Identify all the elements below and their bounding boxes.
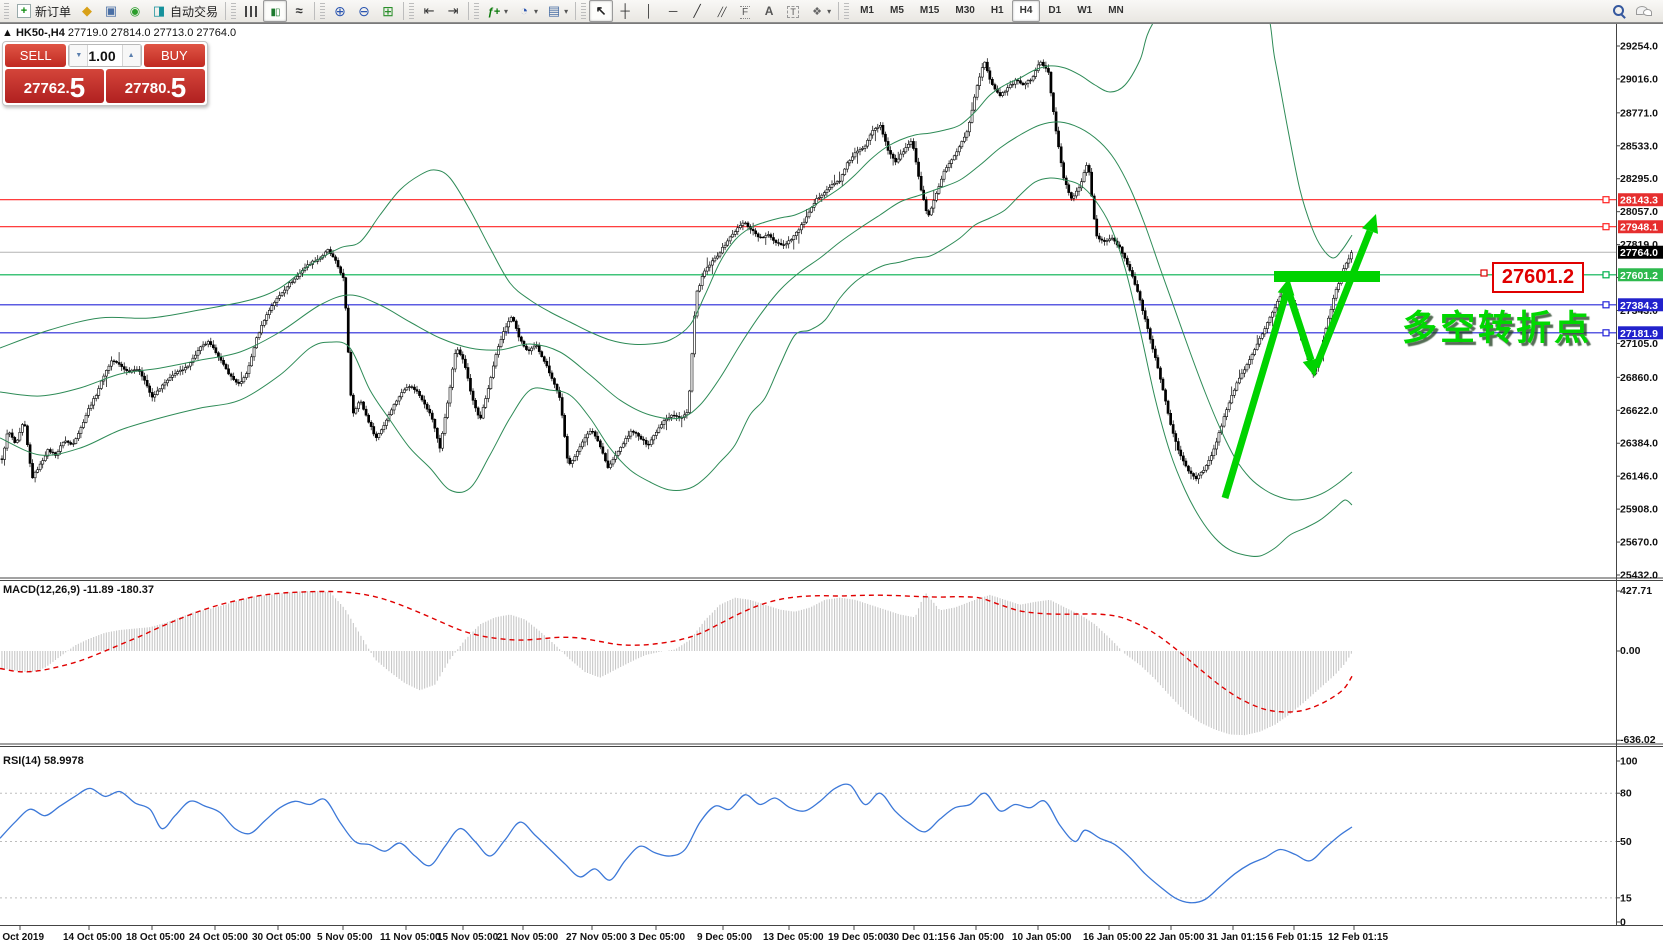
turning-point-annotation[interactable]: 多空转折点	[1402, 300, 1592, 351]
rsi-axis-label: 80	[1620, 788, 1632, 800]
buy-price: 27780.	[125, 76, 171, 102]
macd-axis-label: 0.00	[1620, 645, 1641, 657]
macd-axis-label: -636.02	[1620, 734, 1656, 746]
hline-anchor[interactable]	[1603, 272, 1609, 278]
support-zone-bar[interactable]	[1274, 271, 1380, 282]
date-axis-label: 5 Nov 05:00	[317, 932, 373, 943]
volume-stepper: ▼ 1.00 ▲	[68, 44, 141, 67]
date-axis-label: 11 Nov 05:00	[380, 932, 441, 943]
volume-decrease-button[interactable]: ▼	[69, 45, 88, 66]
mt4-terminal: 新订单自动交易▾▾▾▾M1M5M15M30H1H4D1W1MN 29254.02…	[0, 0, 1663, 946]
buy-price-button[interactable]: 27780.5	[106, 69, 205, 103]
callout-anchor[interactable]	[1481, 270, 1487, 276]
rsi-axis-label: 50	[1620, 836, 1632, 848]
price-axis-label: 29254.0	[1620, 41, 1658, 53]
rsi-indicator-label: RSI(14) 58.9978	[3, 755, 84, 767]
price-axis-label: 28057.0	[1620, 206, 1658, 218]
date-axis-label: 12 Feb 01:15	[1328, 932, 1388, 943]
volume-increase-button[interactable]: ▲	[122, 45, 141, 66]
date-axis-label: 9 Dec 05:00	[697, 932, 752, 943]
price-axis-label: 29016.0	[1620, 73, 1658, 85]
price-axis-label: 28771.0	[1620, 107, 1658, 119]
date-axis-label: 18 Oct 05:00	[126, 932, 185, 943]
price-axis-label: 25908.0	[1620, 504, 1658, 516]
sell-button[interactable]: SELL	[5, 44, 66, 67]
price-axis-label: 25670.0	[1620, 537, 1658, 549]
svg-text:28143.3: 28143.3	[1620, 195, 1658, 207]
date-axis-label: 19 Dec 05:00	[828, 932, 889, 943]
sell-price: 27762.	[24, 76, 70, 102]
date-axis-label: 3 Dec 05:00	[630, 932, 685, 943]
date-axis-label: 15 Nov 05:00	[437, 932, 499, 943]
symbol-label: HK50-,H4	[16, 27, 65, 39]
svg-text:27948.1: 27948.1	[1620, 222, 1658, 234]
sell-price-button[interactable]: 27762.5	[5, 69, 104, 103]
rsi-axis-label: 0	[1620, 917, 1626, 929]
date-axis-label: 22 Jan 05:00	[1145, 932, 1205, 943]
macd-axis-label: 427.71	[1620, 585, 1652, 597]
date-axis-label: 10 Jan 05:00	[1012, 932, 1072, 943]
svg-text:27601.2: 27601.2	[1620, 270, 1658, 282]
price-level-callout[interactable]: 27601.2	[1492, 262, 1584, 293]
date-axis-label: 8 Oct 2019	[0, 932, 44, 943]
date-axis-label: 31 Jan 01:15	[1207, 932, 1267, 943]
svg-text:27181.9: 27181.9	[1620, 328, 1658, 340]
date-axis-label: 21 Nov 05:00	[497, 932, 559, 943]
price-axis-label: 25432.0	[1620, 570, 1658, 582]
rsi-axis-label: 100	[1620, 756, 1638, 768]
svg-text:27764.0: 27764.0	[1620, 247, 1658, 259]
hline-anchor[interactable]	[1603, 197, 1609, 203]
date-axis-label: 14 Oct 05:00	[63, 932, 122, 943]
date-axis-label: 27 Nov 05:00	[566, 932, 628, 943]
price-axis-label: 26146.0	[1620, 471, 1658, 483]
macd-indicator-label: MACD(12,26,9) -11.89 -180.37	[3, 584, 154, 596]
price-axis-label: 28295.0	[1620, 173, 1658, 185]
price-axis-label: 26622.0	[1620, 405, 1658, 417]
buy-button[interactable]: BUY	[144, 44, 205, 67]
price-axis-label: 28533.0	[1620, 140, 1658, 152]
ohlc-values: 27719.0 27814.0 27713.0 27764.0	[68, 27, 236, 39]
volume-value[interactable]: 1.00	[88, 48, 121, 64]
price-axis-label: 26860.0	[1620, 372, 1658, 384]
svg-text:27384.3: 27384.3	[1620, 300, 1658, 312]
chart-symbol-title: ▲ HK50-,H4 27719.0 27814.0 27713.0 27764…	[2, 27, 208, 39]
date-axis-label: 16 Jan 05:00	[1083, 932, 1143, 943]
chart-canvas[interactable]: 29254.0 29016.0 28771.0 28533.0 28295.0 28057…	[0, 0, 1663, 946]
sell-price-pip: 5	[70, 74, 86, 102]
rsi-axis-label: 15	[1620, 892, 1632, 904]
collapse-panel-icon[interactable]: ▲	[2, 27, 13, 39]
price-axis-label: 26384.0	[1620, 438, 1658, 450]
hline-anchor[interactable]	[1603, 330, 1609, 336]
chart-background	[0, 23, 1663, 946]
date-axis-label: 30 Oct 05:00	[252, 932, 311, 943]
date-axis-label: 6 Feb 01:15	[1268, 932, 1323, 943]
hline-anchor[interactable]	[1603, 302, 1609, 308]
one-click-trade-panel: ▲ HK50-,H4 27719.0 27814.0 27713.0 27764…	[2, 27, 208, 106]
date-axis-label: 24 Oct 05:00	[189, 932, 248, 943]
buy-price-pip: 5	[171, 74, 187, 102]
date-axis-label: 6 Jan 05:00	[950, 932, 1004, 943]
hline-anchor[interactable]	[1603, 224, 1609, 230]
date-axis-label: 13 Dec 05:00	[763, 932, 824, 943]
date-axis-label: 30 Dec 01:15	[888, 932, 949, 943]
